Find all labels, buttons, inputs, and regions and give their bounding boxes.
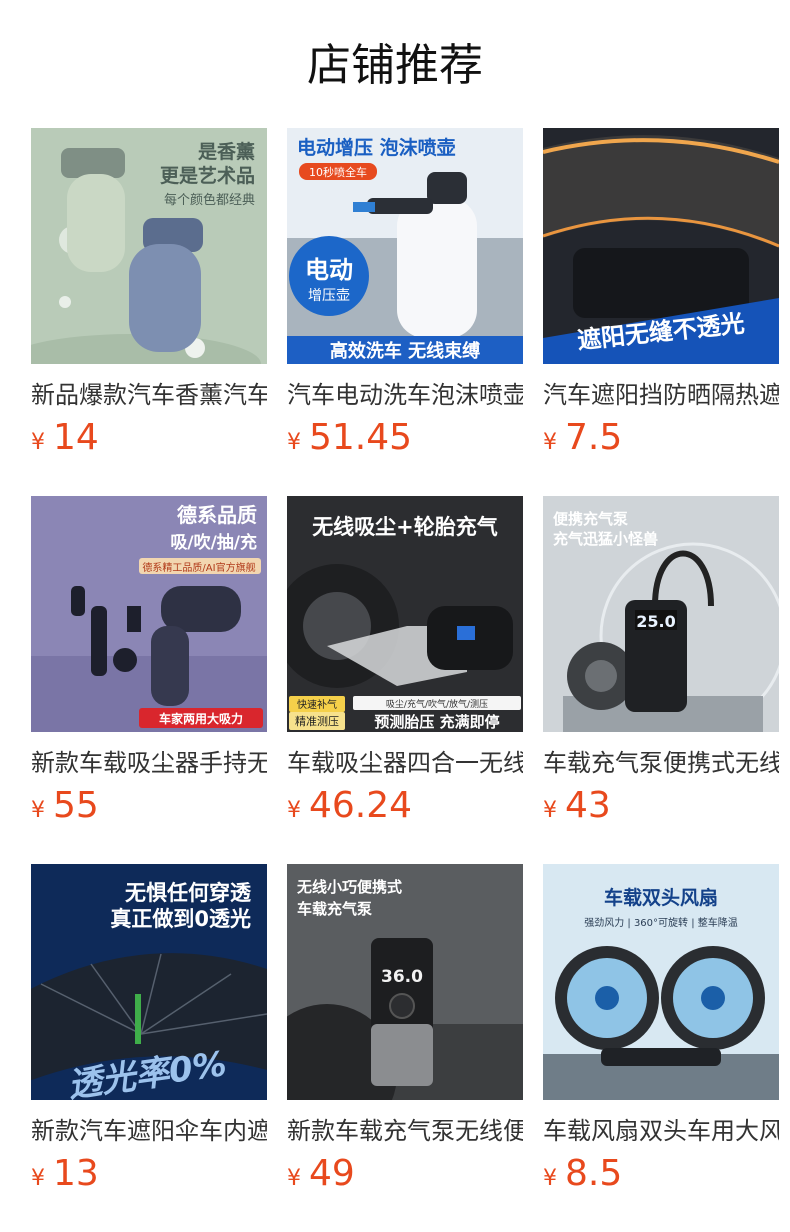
product-price: ¥43 <box>543 784 611 828</box>
overlay-text: 电动 <box>305 256 353 284</box>
currency-symbol: ¥ <box>31 430 45 455</box>
overlay-text: 便携充气泵 <box>553 510 628 528</box>
overlay-text: 德系品质 <box>177 503 257 527</box>
currency-symbol: ¥ <box>287 430 301 455</box>
overlay-text: 是香薰 <box>198 141 255 163</box>
overlay-text: 车家两用大吸力 <box>159 711 243 726</box>
product-image-vacuum-inflator[interactable]: 无线吸尘+轮胎充气 快速补气 精准测压 吸尘/充气/吹气/放气/测压 预测胎压 … <box>287 496 523 732</box>
product-name[interactable]: 车载吸尘器四合一无线充气泵 <box>287 746 523 780</box>
overlay-text: 精准测压 <box>295 715 339 728</box>
price-value: 55 <box>53 785 99 826</box>
product-image-air-pump[interactable]: 25.0 便携充气泵 充气迅猛小怪兽 <box>543 496 779 732</box>
product-image-sunshade-umbrella[interactable]: 无惧任何穿透 真正做到0透光 透光率0% <box>31 864 267 1100</box>
product-image-wireless-inflator[interactable]: 36.0 无线小巧便携式 车载充气泵 <box>287 864 523 1100</box>
overlay-text: 36.0 <box>381 967 423 987</box>
product-price: ¥55 <box>31 784 99 828</box>
currency-symbol: ¥ <box>287 1166 301 1191</box>
price-value: 13 <box>53 1153 99 1194</box>
currency-symbol: ¥ <box>543 1166 557 1191</box>
overlay-text: 增压壶 <box>308 288 350 304</box>
product-name[interactable]: 新品爆款汽车香薰汽车香水车载香薰 <box>31 378 267 412</box>
overlay-text: 高效洗车 无线束缚 <box>330 340 480 362</box>
overlay-text: 车载充气泵 <box>297 900 372 918</box>
overlay-text: 吸尘/充气/吹气/放气/测压 <box>386 698 488 710</box>
product-price: ¥51.45 <box>287 416 412 460</box>
product-name[interactable]: 车载充气泵便携式无线电动打气泵 <box>543 746 779 780</box>
product-image-handheld-vacuum[interactable]: 德系品质 吸/吹/抽/充 德系精工品质/AI官方旗舰 车家两用大吸力 <box>31 496 267 732</box>
product-image-foam-sprayer[interactable]: 电动增压 泡沫喷壶 10秒喷全车 电动 增压壶 高效洗车 无线束缚 <box>287 128 523 364</box>
product-image-dual-fan[interactable]: 车载双头风扇 强劲风力 | 360°可旋转 | 整车降温 <box>543 864 779 1100</box>
product-name[interactable]: 车载风扇双头车用大风力电风扇 <box>543 1114 779 1148</box>
overlay-text: 更是艺术品 <box>160 165 255 187</box>
currency-symbol: ¥ <box>31 798 45 823</box>
overlay-text: 预测胎压 充满即停 <box>374 713 499 731</box>
overlay-text: 真正做到0透光 <box>110 907 251 931</box>
product-name[interactable]: 汽车电动洗车泡沫喷壶高压喷雾器 <box>287 378 523 412</box>
currency-symbol: ¥ <box>543 798 557 823</box>
price-value: 7.5 <box>565 417 623 458</box>
overlay-text: 吸/吹/抽/充 <box>170 532 257 553</box>
price-value: 46.24 <box>309 785 413 826</box>
overlay-text: 快速补气 <box>297 698 337 711</box>
price-value: 43 <box>565 785 611 826</box>
product-price: ¥7.5 <box>543 416 622 460</box>
currency-symbol: ¥ <box>31 1166 45 1191</box>
product-image-windshield-shade[interactable]: 遮阳无缝不透光 <box>543 128 779 364</box>
product-price: ¥14 <box>31 416 99 460</box>
overlay-text: 电动增压 泡沫喷壶 <box>297 136 456 159</box>
overlay-text: 每个颜色都经典 <box>164 192 255 208</box>
currency-symbol: ¥ <box>543 430 557 455</box>
price-value: 8.5 <box>565 1153 623 1194</box>
product-image-fragrance[interactable]: 是香薰 更是艺术品 每个颜色都经典 <box>31 128 267 364</box>
overlay-text: 德系精工品质/AI官方旗舰 <box>142 561 255 574</box>
currency-symbol: ¥ <box>287 798 301 823</box>
product-price: ¥46.24 <box>287 784 412 828</box>
product-price: ¥49 <box>287 1152 355 1196</box>
overlay-text: 充气迅猛小怪兽 <box>553 530 658 548</box>
product-name[interactable]: 新款车载充气泵无线便携式打气泵 <box>287 1114 523 1148</box>
product-name[interactable]: 新款汽车遮阳伞车内遮阳挡防晒 <box>31 1114 267 1148</box>
overlay-text: 车载双头风扇 <box>604 886 718 909</box>
price-value: 49 <box>309 1153 355 1194</box>
page-title: 店铺推荐 <box>307 40 483 91</box>
overlay-text: 无线吸尘+轮胎充气 <box>312 515 498 539</box>
product-name[interactable]: 新款车载吸尘器手持无线大吸力 <box>31 746 267 780</box>
overlay-text: 无惧任何穿透 <box>125 881 252 905</box>
overlay-text: 25.0 <box>636 612 675 631</box>
overlay-text: 强劲风力 | 360°可旋转 | 整车降温 <box>584 916 738 929</box>
overlay-text: 无线小巧便携式 <box>296 878 402 896</box>
price-value: 14 <box>53 417 99 458</box>
overlay-text: 10秒喷全车 <box>309 165 367 179</box>
product-price: ¥13 <box>31 1152 99 1196</box>
product-name[interactable]: 汽车遮阳挡防晒隔热遮阳帘前挡 <box>543 378 779 412</box>
product-price: ¥8.5 <box>543 1152 622 1196</box>
price-value: 51.45 <box>309 417 413 458</box>
